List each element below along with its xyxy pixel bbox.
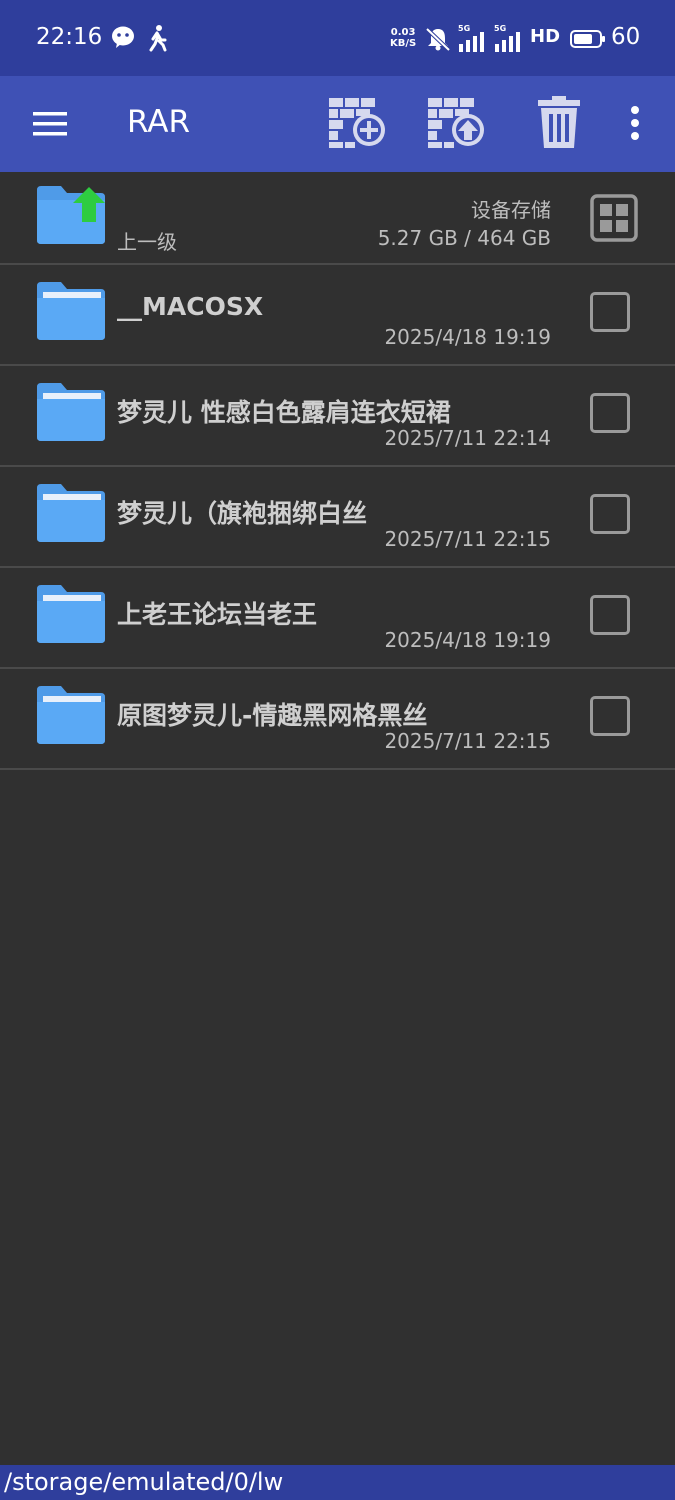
select-checkbox[interactable] — [590, 494, 630, 534]
more-vert-icon[interactable] — [620, 94, 650, 152]
folder-row[interactable]: 梦灵儿（旗袍捆绑白丝 2025/7/11 22:15 — [0, 467, 675, 568]
path-bar: /storage/emulated/0/lw — [0, 1465, 675, 1500]
storage-label: 设备存储 — [471, 198, 551, 222]
select-checkbox[interactable] — [590, 393, 630, 433]
folder-icon — [37, 282, 105, 340]
net-speed-unit: KB/S — [390, 38, 417, 49]
folder-date: 2025/7/11 22:14 — [384, 426, 551, 450]
folder-name: 梦灵儿 性感白色露肩连衣短裙 — [117, 398, 451, 427]
folder-name: __MACOSX — [117, 292, 264, 321]
folder-row[interactable]: __MACOSX 2025/4/18 19:19 — [0, 265, 675, 366]
parent-folder-label: 上一级 — [117, 230, 177, 254]
select-checkbox[interactable] — [590, 595, 630, 635]
folder-date: 2025/7/11 22:15 — [384, 729, 551, 753]
archive-add-icon[interactable] — [326, 94, 388, 152]
folder-row[interactable]: 梦灵儿 性感白色露肩连衣短裙 2025/7/11 22:14 — [0, 366, 675, 467]
toolbar: RAR — [0, 76, 675, 172]
folder-up-icon — [37, 186, 105, 244]
signal-icon — [495, 32, 520, 52]
grid-view-icon[interactable] — [590, 194, 638, 242]
signal-icon — [459, 32, 484, 52]
file-list: 上一级 设备存储 5.27 GB / 464 GB __MACOSX 2025/… — [0, 172, 675, 770]
parent-folder-row[interactable]: 上一级 设备存储 5.27 GB / 464 GB — [0, 172, 675, 265]
folder-icon — [37, 484, 105, 542]
menu-icon[interactable] — [32, 106, 68, 142]
folder-name: 上老王论坛当老王 — [117, 600, 318, 629]
storage-size: 5.27 GB / 464 GB — [377, 226, 551, 250]
folder-icon — [37, 383, 105, 441]
folder-row[interactable]: 原图梦灵儿-情趣黑网格黑丝 2025/7/11 22:15 — [0, 669, 675, 770]
battery-level: 60 — [611, 24, 641, 50]
folder-name: 原图梦灵儿-情趣黑网格黑丝 — [117, 701, 428, 730]
folder-icon — [37, 686, 105, 744]
mute-bell-icon — [425, 27, 451, 52]
net-speed-value: 0.03 — [390, 27, 416, 38]
select-checkbox[interactable] — [590, 696, 630, 736]
app-title: RAR — [127, 104, 191, 140]
folder-name: 梦灵儿（旗袍捆绑白丝 — [117, 499, 368, 528]
trash-icon[interactable] — [528, 94, 590, 152]
hd-label: HD — [530, 26, 561, 47]
select-checkbox[interactable] — [590, 292, 630, 332]
status-bar: 22:16 0.03 KB/S 5G 5G HD 60 — [0, 0, 675, 76]
folder-date: 2025/4/18 19:19 — [384, 628, 551, 652]
folder-icon — [37, 585, 105, 643]
folder-row[interactable]: 上老王论坛当老王 2025/4/18 19:19 — [0, 568, 675, 669]
battery-icon — [570, 30, 605, 48]
net-speed: 0.03 KB/S — [390, 27, 416, 49]
archive-extract-icon[interactable] — [425, 94, 487, 152]
folder-date: 2025/4/18 19:19 — [384, 325, 551, 349]
folder-date: 2025/7/11 22:15 — [384, 527, 551, 551]
wechat-icon — [112, 26, 134, 48]
status-time: 22:16 — [36, 24, 103, 50]
walk-icon — [149, 25, 167, 52]
